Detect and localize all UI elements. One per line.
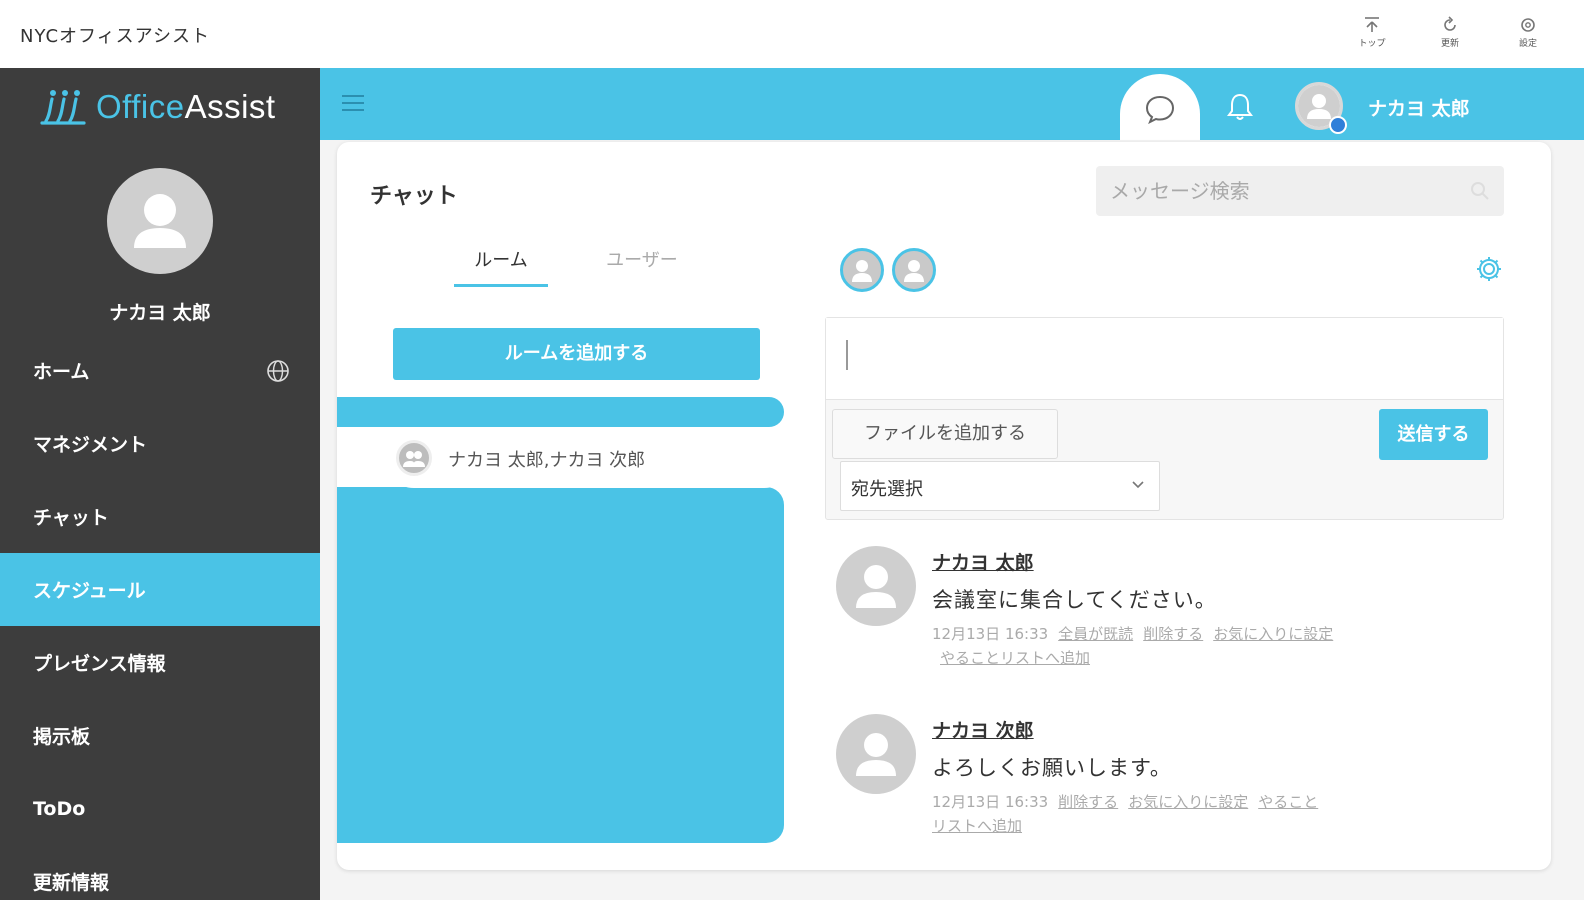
message-sender[interactable]: ナカヨ 次郎 (932, 716, 1034, 743)
sidebar-item-label: ホーム (33, 361, 90, 383)
presence-status-dot (1329, 116, 1347, 134)
sidebar-item-schedule[interactable]: スケジュール (0, 553, 320, 626)
user-silhouette-icon (904, 260, 924, 282)
add-todo-link[interactable]: やることリストへ追加 (940, 649, 1090, 667)
top-icon (1365, 17, 1379, 32)
settings-icon (1521, 18, 1535, 32)
user-silhouette-icon (134, 194, 186, 248)
search-input[interactable] (1110, 176, 1450, 206)
refresh-button[interactable]: 更新 (1430, 16, 1470, 49)
sidebar-item-presence[interactable]: プレゼンス情報 (0, 626, 320, 699)
user-silhouette-icon (852, 260, 872, 282)
message-timestamp: 12月13日 16:33 (932, 793, 1049, 811)
top-button[interactable]: トップ (1352, 16, 1392, 49)
add-file-button[interactable]: ファイルを追加する (832, 409, 1058, 459)
delete-link[interactable]: 削除する (1058, 793, 1118, 811)
app-title: NYCオフィスアシスト (20, 26, 210, 47)
sidebar-item-todo[interactable]: ToDo (0, 772, 320, 845)
message-input[interactable] (826, 318, 1503, 400)
room-settings-gear-icon[interactable] (1474, 254, 1504, 284)
sidebar-item-updates[interactable]: 更新情報 (0, 845, 320, 900)
message-timestamp: 12月13日 16:33 (932, 625, 1049, 643)
message-text: 会議室に集合してください。 (932, 588, 1217, 612)
tab-user[interactable]: ユーザー (594, 246, 690, 272)
add-todo-link-continued[interactable]: リストへ追加 (932, 817, 1022, 835)
sidebar-item-label: ToDo (33, 797, 86, 820)
send-button[interactable]: 送信する (1379, 409, 1488, 460)
room-list-background (337, 487, 784, 843)
chevron-down-icon (1132, 481, 1144, 489)
read-by-all-link[interactable]: 全員が既読 (1058, 625, 1133, 643)
office-assist-logo: OfficeAssist (40, 82, 276, 132)
header-user-name[interactable]: ナカヨ 太郎 (1368, 94, 1470, 121)
sidebar-item-home[interactable]: ホーム (0, 334, 320, 407)
message-meta: 12月13日 16:33 削除する お気に入りに設定 やることリストへ追加 (932, 790, 1402, 838)
sidebar-item-chat[interactable]: チャット (0, 480, 320, 553)
room-name: ナカヨ 太郎,ナカヨ 次郎 (448, 450, 646, 471)
message-avatar (836, 546, 916, 626)
hamburger-menu-icon[interactable] (342, 93, 364, 113)
notification-bell-icon[interactable] (1226, 92, 1254, 122)
refresh-label: 更新 (1440, 39, 1459, 49)
sidebar-item-bulletin-board[interactable]: 掲示板 (0, 699, 320, 772)
top-label: トップ (1358, 39, 1386, 49)
favorite-link[interactable]: お気に入りに設定 (1213, 625, 1333, 643)
group-icon (396, 440, 432, 476)
settings-button[interactable]: 設定 (1508, 16, 1548, 49)
logo-mark-icon (40, 90, 86, 125)
message-meta: 12月13日 16:33 全員が既読 削除する お気に入りに設定やることリストへ追加 (932, 622, 1402, 670)
sidebar: OfficeAssist ナカヨ 太郎 ホーム マネジメント チャット スケジュ… (0, 68, 320, 900)
sidebar-item-management[interactable]: マネジメント (0, 407, 320, 480)
text-cursor (846, 340, 848, 370)
sidebar-item-label: チャット (33, 507, 109, 529)
message-search[interactable] (1096, 166, 1504, 216)
logo-text: OfficeAssist (96, 88, 276, 125)
destination-value: 宛先選択 (851, 479, 923, 500)
sidebar-item-label: マネジメント (33, 434, 148, 456)
destination-select[interactable]: 宛先選択 (840, 461, 1160, 511)
sidebar-item-label: 掲示板 (33, 726, 91, 748)
app-title-bar: NYCオフィスアシスト トップ 更新 設定 (0, 0, 1584, 68)
active-tab-indicator (454, 284, 548, 287)
chat-tab[interactable] (1120, 74, 1200, 146)
room-list-item[interactable]: ナカヨ 太郎,ナカヨ 次郎 (384, 428, 794, 488)
tab-room[interactable]: ルーム (454, 246, 548, 272)
refresh-icon (1444, 16, 1456, 31)
message-avatar (836, 714, 916, 794)
member-avatar[interactable] (840, 248, 884, 292)
sidebar-item-label: プレゼンス情報 (33, 653, 166, 675)
add-room-button[interactable]: ルームを追加する (393, 328, 760, 380)
sidebar-user-name: ナカヨ 太郎 (109, 302, 211, 324)
settings-label: 設定 (1518, 39, 1537, 49)
sidebar-item-label: 更新情報 (33, 872, 110, 894)
user-silhouette-icon (856, 565, 896, 608)
delete-link[interactable]: 削除する (1143, 625, 1203, 643)
chat-bubble-icon (1145, 95, 1175, 124)
main-header: ナカヨ 太郎 (320, 68, 1584, 146)
message-text: よろしくお願いします。 (932, 756, 1172, 780)
sidebar-nav: ホーム マネジメント チャット スケジュール プレゼンス情報 掲示板 ToDo … (0, 334, 320, 900)
room-list-top-band (337, 397, 784, 427)
message-sender[interactable]: ナカヨ 太郎 (932, 548, 1034, 575)
search-icon[interactable] (1470, 181, 1490, 201)
page-title: チャット (370, 184, 458, 209)
favorite-link[interactable]: お気に入りに設定 (1128, 793, 1248, 811)
member-avatar[interactable] (892, 248, 936, 292)
sidebar-avatar (107, 168, 213, 274)
sidebar-item-label: スケジュール (33, 580, 146, 602)
add-todo-link[interactable]: やること (1258, 793, 1318, 811)
user-silhouette-icon (856, 733, 896, 776)
globe-icon[interactable] (266, 359, 290, 383)
